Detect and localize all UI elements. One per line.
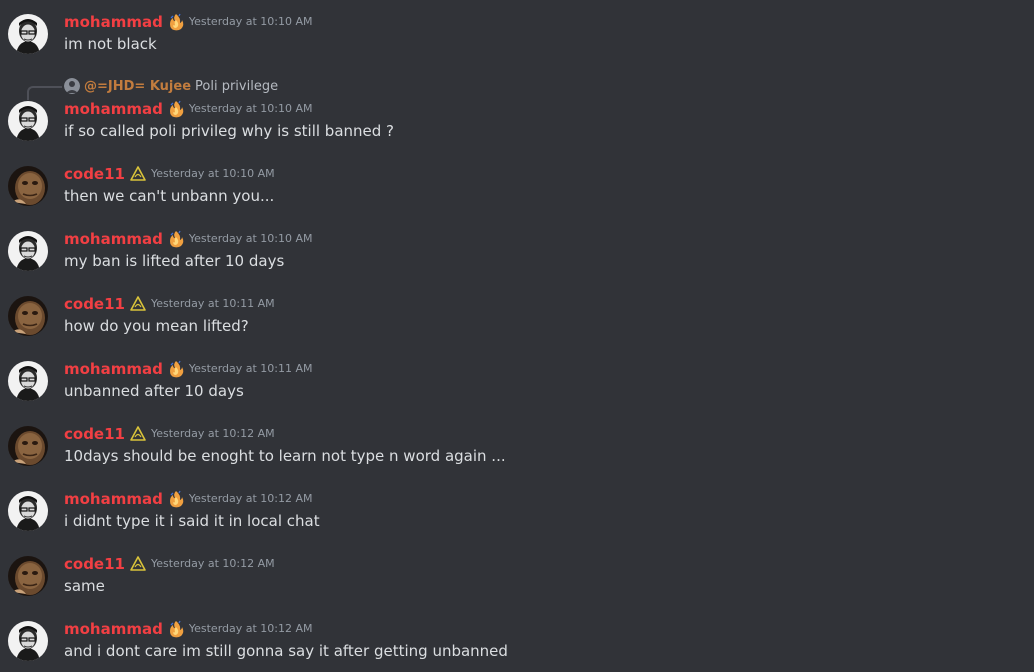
flame-badge-icon[interactable] — [167, 230, 185, 248]
message[interactable]: mohammad Yesterday at 10:10 AM im not bl… — [0, 12, 1034, 72]
reply-preview[interactable]: @=JHD= Kujee Poli privilege — [64, 77, 278, 95]
message-header: mohammad Yesterday at 10:11 AM — [64, 359, 313, 379]
message-text: then we can't unbann you... — [64, 187, 275, 205]
author-name[interactable]: mohammad — [64, 12, 163, 32]
reply-text: Poli privilege — [195, 78, 279, 94]
reply-connector — [27, 86, 62, 100]
avatar[interactable] — [8, 426, 48, 466]
message-text: how do you mean lifted? — [64, 317, 249, 335]
message-header: code11 Yesterday at 10:11 AM — [64, 294, 275, 314]
flame-badge-icon[interactable] — [167, 100, 185, 118]
reply-author[interactable]: @=JHD= Kujee — [84, 79, 191, 94]
avatar[interactable] — [8, 621, 48, 661]
flame-badge-icon[interactable] — [167, 13, 185, 31]
message[interactable]: mohammad Yesterday at 10:11 AM unbanned … — [0, 359, 1034, 419]
reply-avatar — [64, 78, 80, 94]
timestamp: Yesterday at 10:11 AM — [188, 362, 313, 375]
message[interactable]: code11 Yesterday at 10:12 AM 10days shou… — [0, 424, 1034, 484]
timestamp: Yesterday at 10:12 AM — [150, 557, 275, 570]
author-name[interactable]: mohammad — [64, 359, 163, 379]
avatar[interactable] — [8, 296, 48, 336]
message-text: 10days should be enoght to learn not typ… — [64, 447, 506, 465]
leaf-badge-icon[interactable] — [129, 425, 147, 443]
avatar[interactable] — [8, 491, 48, 531]
leaf-badge-icon[interactable] — [129, 165, 147, 183]
message[interactable]: code11 Yesterday at 10:10 AM then we can… — [0, 164, 1034, 224]
message[interactable]: code11 Yesterday at 10:11 AM how do you … — [0, 294, 1034, 354]
timestamp: Yesterday at 10:10 AM — [188, 232, 313, 245]
message-header: mohammad Yesterday at 10:12 AM — [64, 489, 313, 509]
flame-badge-icon[interactable] — [167, 360, 185, 378]
flame-badge-icon[interactable] — [167, 620, 185, 638]
timestamp: Yesterday at 10:10 AM — [188, 102, 313, 115]
chat-messages: mohammad Yesterday at 10:10 AM im not bl… — [0, 0, 1034, 672]
timestamp: Yesterday at 10:12 AM — [150, 427, 275, 440]
message[interactable]: mohammad Yesterday at 10:10 AM my ban is… — [0, 229, 1034, 289]
message-text: if so called poli privileg why is still … — [64, 122, 394, 140]
message-text: im not black — [64, 35, 157, 53]
timestamp: Yesterday at 10:12 AM — [188, 622, 313, 635]
author-name[interactable]: code11 — [64, 554, 125, 574]
avatar[interactable] — [8, 231, 48, 271]
avatar[interactable] — [8, 556, 48, 596]
avatar[interactable] — [8, 101, 48, 141]
avatar[interactable] — [8, 14, 48, 54]
author-name[interactable]: code11 — [64, 164, 125, 184]
message-header: code11 Yesterday at 10:12 AM — [64, 424, 275, 444]
message-text: i didnt type it i said it in local chat — [64, 512, 320, 530]
message-text: and i dont care im still gonna say it af… — [64, 642, 508, 660]
author-name[interactable]: code11 — [64, 424, 125, 444]
flame-badge-icon[interactable] — [167, 490, 185, 508]
leaf-badge-icon[interactable] — [129, 555, 147, 573]
avatar[interactable] — [8, 361, 48, 401]
timestamp: Yesterday at 10:10 AM — [150, 167, 275, 180]
author-name[interactable]: code11 — [64, 294, 125, 314]
message-header: mohammad Yesterday at 10:10 AM — [64, 99, 313, 119]
timestamp: Yesterday at 10:11 AM — [150, 297, 275, 310]
message-header: code11 Yesterday at 10:10 AM — [64, 164, 275, 184]
author-name[interactable]: mohammad — [64, 619, 163, 639]
message-text: unbanned after 10 days — [64, 382, 244, 400]
author-name[interactable]: mohammad — [64, 489, 163, 509]
avatar[interactable] — [8, 166, 48, 206]
timestamp: Yesterday at 10:12 AM — [188, 492, 313, 505]
message[interactable]: mohammad Yesterday at 10:10 AM if so cal… — [0, 99, 1034, 159]
message-header: code11 Yesterday at 10:12 AM — [64, 554, 275, 574]
timestamp: Yesterday at 10:10 AM — [188, 15, 313, 28]
message[interactable]: mohammad Yesterday at 10:12 AM i didnt t… — [0, 489, 1034, 549]
message-header: mohammad Yesterday at 10:10 AM — [64, 12, 313, 32]
message-text: my ban is lifted after 10 days — [64, 252, 285, 270]
leaf-badge-icon[interactable] — [129, 295, 147, 313]
message-header: mohammad Yesterday at 10:12 AM — [64, 619, 313, 639]
author-name[interactable]: mohammad — [64, 99, 163, 119]
message[interactable]: code11 Yesterday at 10:12 AM same — [0, 554, 1034, 614]
author-name[interactable]: mohammad — [64, 229, 163, 249]
message-header: mohammad Yesterday at 10:10 AM — [64, 229, 313, 249]
message[interactable]: mohammad Yesterday at 10:12 AM and i don… — [0, 619, 1034, 672]
message-text: same — [64, 577, 105, 595]
